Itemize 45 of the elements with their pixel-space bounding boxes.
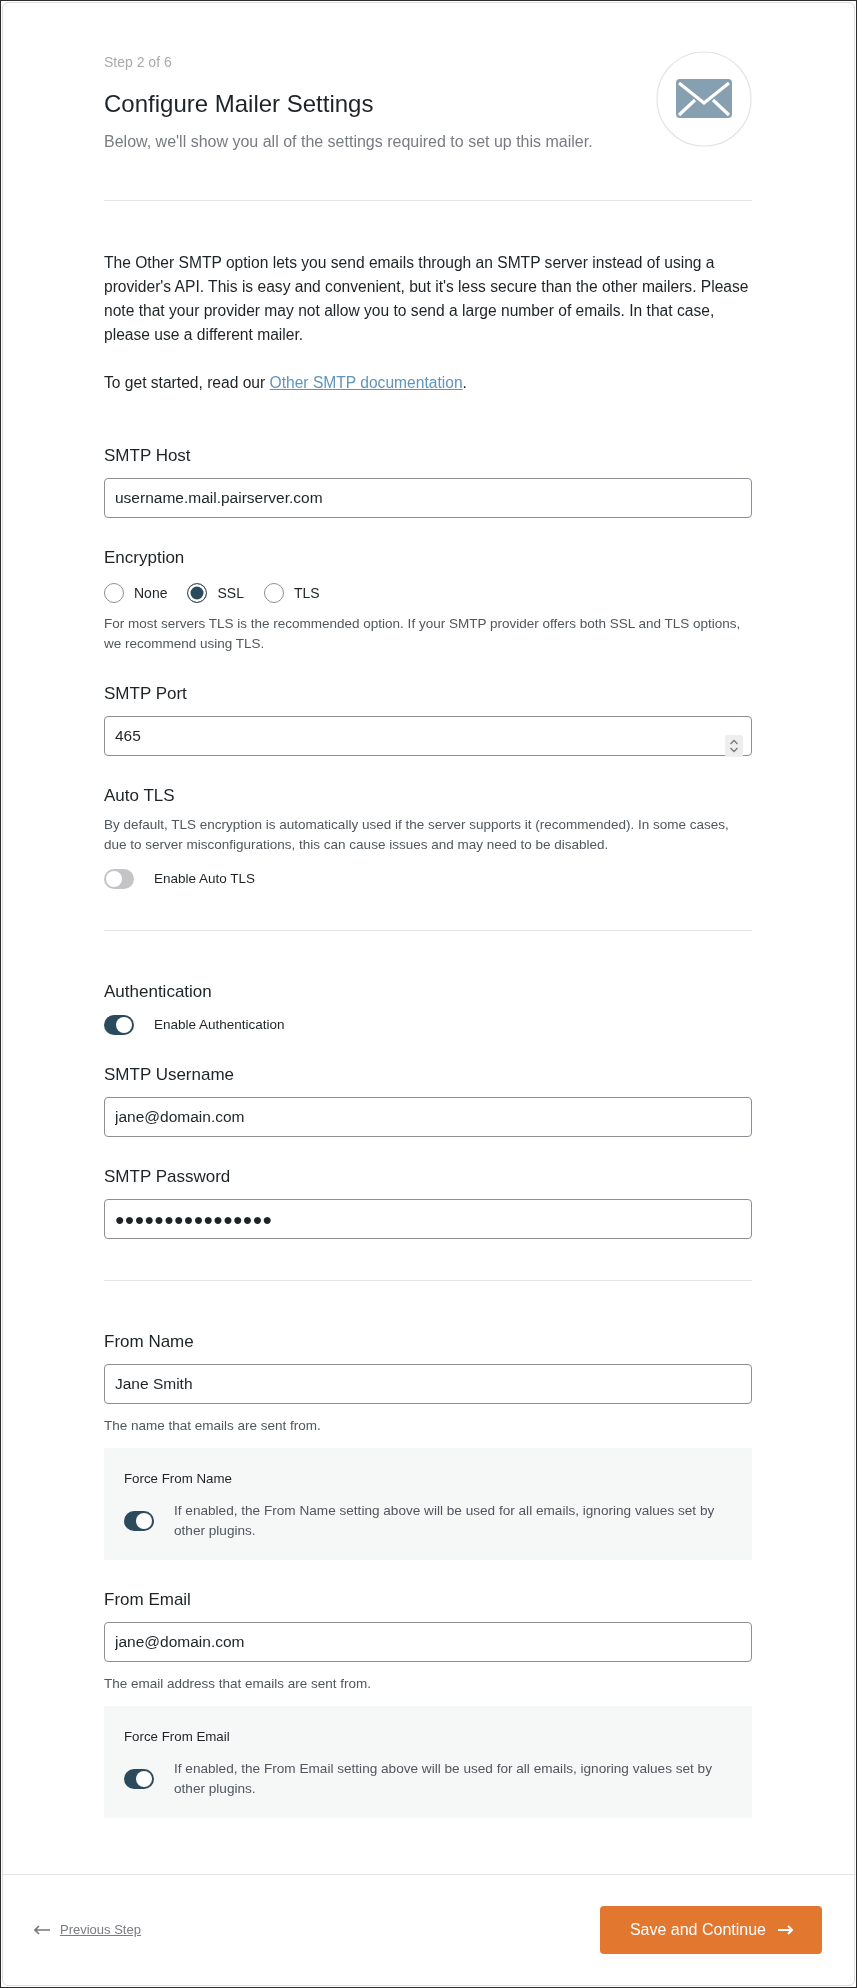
previous-step-link[interactable]: Previous Step <box>34 1921 141 1939</box>
field-label: From Email <box>104 1589 192 1611</box>
field-label: Auto TLS <box>104 785 176 807</box>
field-help: For most servers TLS is the recommended option. If your SMTP provider offers both SSL and TLS options, we recommend using TLS. <box>104 615 742 653</box>
field-label: Encryption <box>104 547 186 569</box>
text-input[interactable]: jane@domain.com <box>104 1097 752 1137</box>
text-input[interactable]: jane@domain.com <box>104 1622 752 1662</box>
number-input[interactable]: 465 <box>104 716 752 756</box>
page-subtitle: Below, we'll show you all of the settings required to set up this mailer. <box>104 132 593 152</box>
field-label: Authentication <box>104 981 213 1003</box>
radio-label: TLS <box>293 584 320 603</box>
radio-button[interactable] <box>187 583 208 603</box>
stepper-icon[interactable] <box>725 735 743 757</box>
option-description: If enabled, the From Name setting above will be used for all emails, ignoring values set by other plugins. <box>174 1502 716 1540</box>
text-input[interactable]: username.mail.pairserver.com <box>104 478 752 518</box>
toggle-switch[interactable] <box>104 1015 134 1035</box>
arrow-right-icon <box>778 1925 793 1935</box>
toggle-switch[interactable] <box>124 1511 154 1531</box>
radio-button[interactable] <box>104 583 124 603</box>
toggle-label: Enable Authentication <box>154 1016 285 1034</box>
option-title: Force From Email <box>124 1728 231 1746</box>
intro-paragraph: The Other SMTP option lets you send emails through an SMTP server instead of using a provider's API. This is easy and convenient, but it's less secure than the other mailers. Please note that your provider may not allow you to send a large number of emails. In that case, please use a different mailer. <box>104 253 750 345</box>
radio-label: SSL <box>217 584 244 603</box>
field-help: The name that emails are sent from. <box>104 1417 322 1435</box>
radio-button[interactable] <box>263 583 284 603</box>
page-title: Configure Mailer Settings <box>104 89 375 119</box>
field-label: SMTP Username <box>104 1064 236 1086</box>
toggle-switch[interactable] <box>104 869 134 889</box>
field-help: The email address that emails are sent from. <box>104 1675 373 1693</box>
field-description: By default, TLS encryption is automatically used if the server supports it (recommended). In some cases, due to server misconfigurations, this can cause issues and may need to be disabled. <box>104 816 730 854</box>
field-label: SMTP Password <box>104 1166 232 1188</box>
password-input[interactable]: ●●●●●●●●●●●●●●●● <box>104 1199 752 1239</box>
envelope-icon <box>656 51 752 147</box>
text-input[interactable]: Jane Smith <box>104 1364 752 1404</box>
arrow-left-icon <box>34 1925 50 1935</box>
field-label: SMTP Host <box>104 445 192 467</box>
option-title: Force From Name <box>124 1470 233 1488</box>
toggle-switch[interactable] <box>124 1769 154 1789</box>
option-description: If enabled, the From Email setting above will be used for all emails, ignoring values set by other plugins. <box>174 1760 713 1798</box>
radio-label: None <box>134 584 168 603</box>
toggle-label: Enable Auto TLS <box>154 870 256 888</box>
documentation-sentence: To get started, read our Other SMTP documentation. <box>104 373 468 393</box>
field-label: From Name <box>104 1331 195 1353</box>
field-label: SMTP Port <box>104 683 188 705</box>
step-indicator: Step 2 of 6 <box>104 53 173 71</box>
